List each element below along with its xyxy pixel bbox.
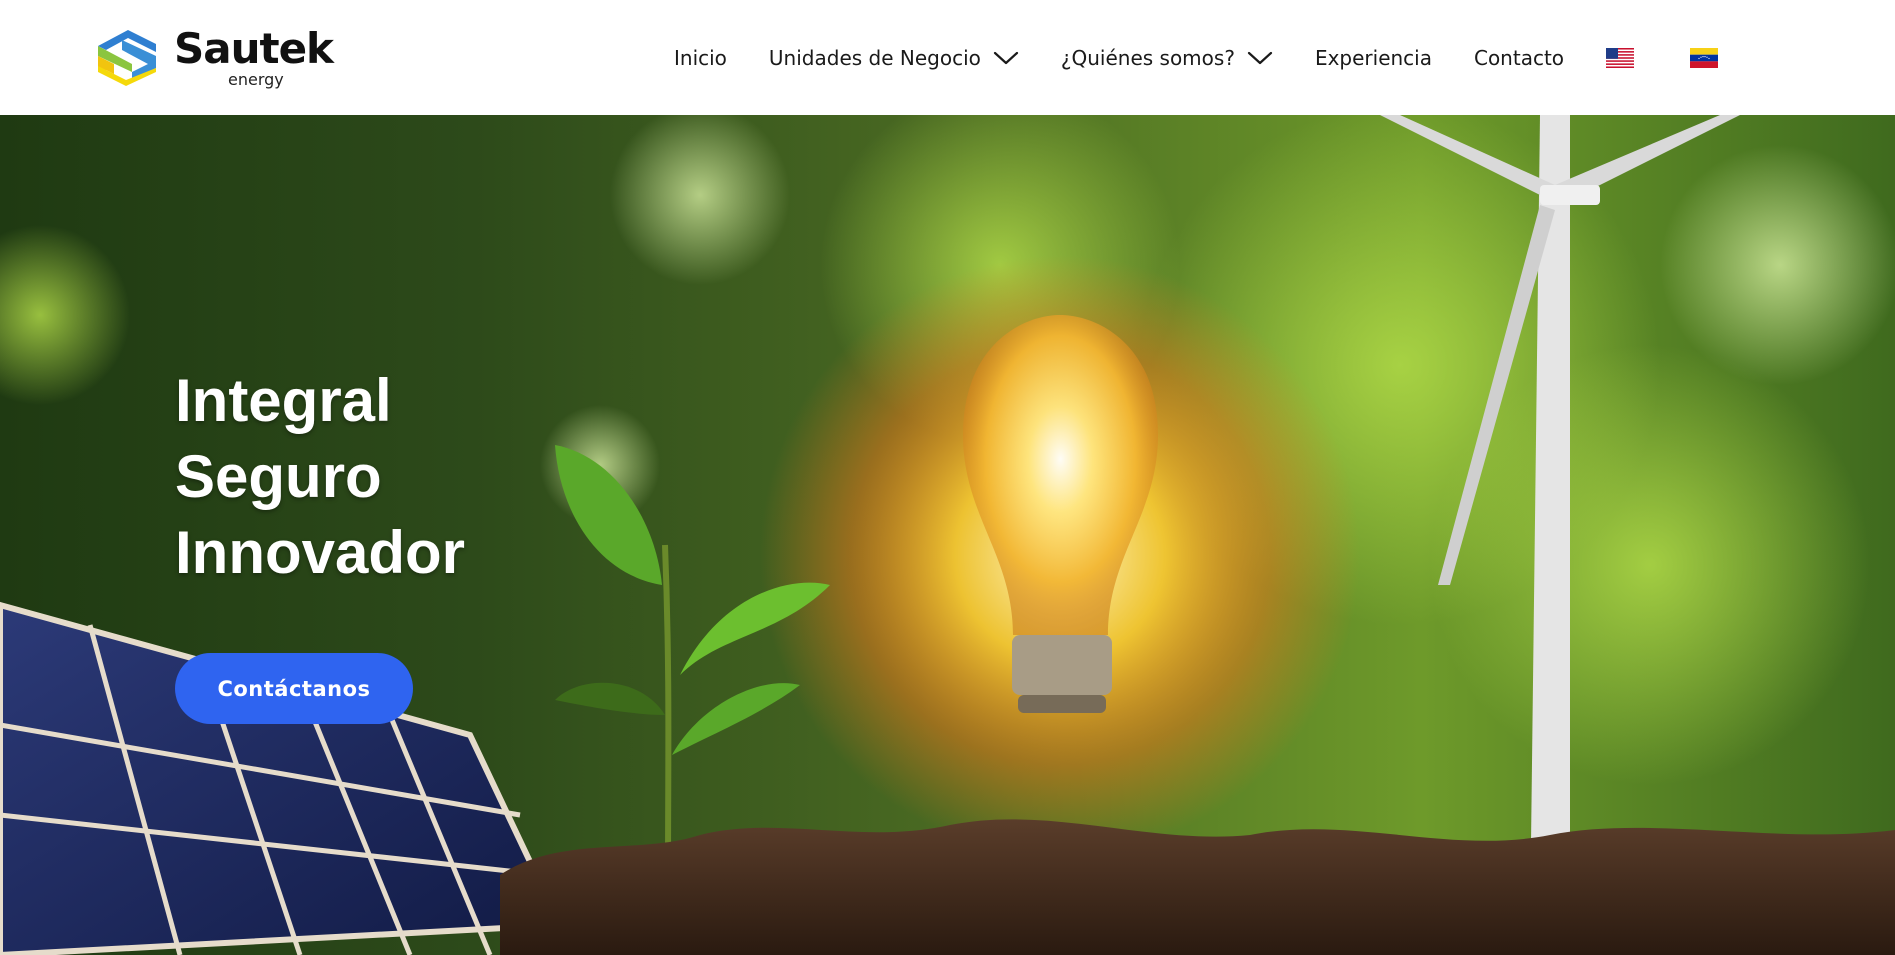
nav-item-label: Inicio — [674, 46, 727, 70]
hero-headline: Integral Seguro Innovador — [175, 363, 465, 591]
nav-item-inicio[interactable]: Inicio — [674, 38, 727, 78]
nav-item-label: Unidades de Negocio — [768, 46, 981, 70]
sautek-logo[interactable]: Sautek energy — [92, 22, 342, 94]
nav-item-label: ¿Quiénes somos? — [1060, 46, 1235, 70]
logo-tagline: energy — [228, 70, 284, 89]
main-nav: Inicio Unidades de Negocio ¿Quiénes somo… — [674, 38, 1774, 78]
us-flag-icon[interactable] — [1606, 48, 1635, 68]
page: Sautek energy Inicio Unidades de Negocio… — [0, 0, 1895, 955]
nav-item-label: Experiencia — [1314, 46, 1432, 70]
nav-item-experiencia[interactable]: Experiencia — [1315, 38, 1432, 78]
nav-item-quienes-somos[interactable]: ¿Quiénes somos? — [1061, 38, 1273, 78]
chevron-down-icon — [993, 51, 1018, 65]
hero-headline-line: Integral — [175, 367, 392, 434]
hero-headline-line: Innovador — [175, 519, 466, 586]
nav-item-unidades-de-negocio[interactable]: Unidades de Negocio — [769, 38, 1019, 78]
hero-section: Integral Seguro Innovador Contáctanos — [0, 115, 1895, 955]
logo-wordmark: Sautek — [174, 24, 334, 73]
chevron-down-icon — [1247, 51, 1273, 65]
contact-us-button[interactable]: Contáctanos — [175, 653, 413, 724]
hero-headline-line: Seguro — [175, 443, 382, 510]
site-header: Sautek energy Inicio Unidades de Negocio… — [0, 0, 1895, 115]
nav-item-contacto[interactable]: Contacto — [1474, 38, 1564, 78]
nav-item-label: Contacto — [1473, 46, 1565, 70]
sautek-logo-mark-icon — [98, 30, 156, 86]
venezuela-flag-icon[interactable] — [1690, 48, 1719, 68]
